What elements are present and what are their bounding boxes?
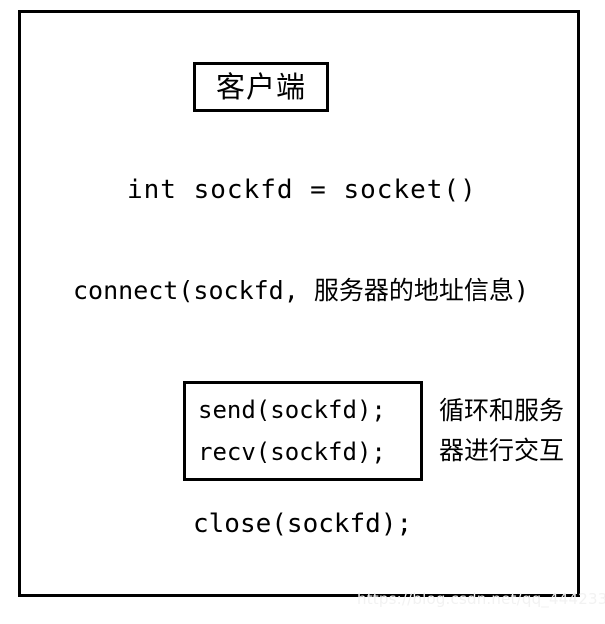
title-box-client: 客户端: [193, 62, 329, 112]
title-box-label: 客户端: [215, 69, 306, 104]
diagram-outer-frame: 客户端 int sockfd = socket() connect(sockfd…: [18, 10, 580, 597]
watermark-text: https://blog.csdn.net/qq_44423388: [357, 590, 605, 608]
step-connect: connect(sockfd, 服务器的地址信息): [73, 276, 529, 305]
step-socket: int sockfd = socket(): [127, 175, 477, 205]
loop-step-recv: recv(sockfd);: [198, 438, 386, 466]
client-socket-flow-diagram: 客户端 int sockfd = socket() connect(sockfd…: [0, 0, 605, 624]
loop-annotation-line-1: 循环和服务: [439, 396, 565, 425]
step-close: close(sockfd);: [193, 509, 413, 539]
loop-annotation-line-2: 器进行交互: [439, 436, 565, 465]
loop-annotation: 循环和服务 器进行交互: [439, 391, 599, 471]
loop-step-send: send(sockfd);: [198, 396, 386, 424]
loop-box: send(sockfd); recv(sockfd);: [183, 381, 423, 481]
